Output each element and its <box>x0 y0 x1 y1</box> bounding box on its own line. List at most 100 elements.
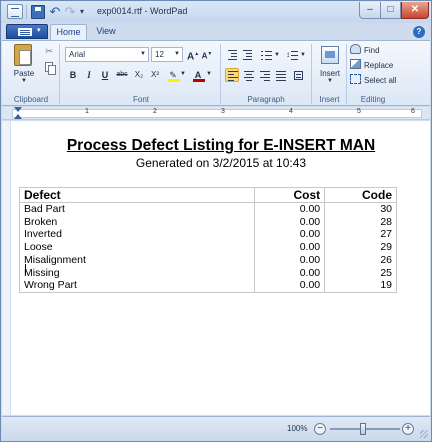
clipboard-icon <box>14 44 32 66</box>
group-separator <box>311 44 312 104</box>
document-title: Process Defect Listing for E-INSERT MAN <box>66 137 376 154</box>
chevron-down-icon: ▾ <box>37 27 41 34</box>
ruler-number: 5 <box>357 108 361 115</box>
defect-table: Defect Cost Code Bad Part 0.00 30 Broken… <box>18 187 397 293</box>
strikethrough-button[interactable]: abc <box>114 68 130 82</box>
chevron-down-icon: ▼ <box>21 78 27 84</box>
align-right-icon[interactable] <box>257 68 271 82</box>
ruler-number: 3 <box>221 108 225 115</box>
tab-view[interactable]: View <box>89 24 123 40</box>
defect-cell: Wrong Part <box>18 279 256 293</box>
zoom-in-button[interactable]: + <box>402 423 414 435</box>
select-all-icon <box>350 74 361 84</box>
save-icon[interactable] <box>31 5 45 19</box>
ruler-number: 2 <box>153 108 157 115</box>
grow-font-button[interactable]: A▲ <box>186 47 200 62</box>
cost-cell: 0.00 <box>254 228 326 241</box>
defect-cell: Misalignment <box>18 253 256 267</box>
justify-icon[interactable] <box>273 68 287 82</box>
document-subtitle: Generated on 3/2/2015 at 10:43 <box>135 156 307 170</box>
table-header-row: Defect Cost Code <box>18 187 397 203</box>
insert-group-label: Insert <box>319 95 340 104</box>
cut-icon[interactable]: ✂ <box>42 44 56 58</box>
superscript-button[interactable]: X² <box>148 68 162 82</box>
align-left-icon[interactable] <box>225 68 239 82</box>
select-all-button[interactable]: Select all <box>350 74 396 87</box>
column-header-cost: Cost <box>254 187 326 203</box>
subscript-button[interactable]: X₂ <box>132 68 146 82</box>
zoom-out-button[interactable]: − <box>314 423 326 435</box>
help-icon[interactable]: ? <box>413 26 425 38</box>
resize-grip-icon[interactable] <box>420 430 428 438</box>
cost-cell: 0.00 <box>254 266 326 280</box>
application-menu-button[interactable]: ▾ <box>6 24 48 39</box>
chevron-down-icon[interactable]: ▼ <box>180 71 186 77</box>
bold-button[interactable]: B <box>66 68 80 82</box>
code-cell: 26 <box>324 253 397 267</box>
highlight-icon[interactable]: ✎ <box>166 68 180 82</box>
defect-cell: Missing <box>18 266 256 280</box>
group-separator <box>220 44 221 104</box>
find-button[interactable]: Find <box>350 44 380 57</box>
paragraph-settings-icon[interactable] <box>291 68 305 82</box>
font-name-value: Arial <box>69 50 86 59</box>
copy-icon[interactable] <box>42 60 56 75</box>
replace-label: Replace <box>364 61 394 70</box>
insert-label: Insert <box>319 69 340 78</box>
zoom-slider-thumb[interactable] <box>360 423 366 435</box>
replace-icon <box>350 59 361 69</box>
column-header-defect: Defect <box>18 187 256 203</box>
redo-icon[interactable]: ↷ <box>63 5 77 19</box>
chevron-down-icon[interactable]: ▼ <box>206 71 212 77</box>
font-group-label: Font <box>132 95 149 104</box>
binoculars-icon <box>350 44 361 54</box>
line-spacing-icon[interactable]: ↕ ▼ <box>284 47 306 61</box>
align-center-icon[interactable] <box>241 68 255 82</box>
underline-button[interactable]: U <box>98 68 112 82</box>
cost-cell: 0.00 <box>254 240 326 254</box>
table-row: Missing 0.00 25 <box>18 266 397 280</box>
increase-indent-icon[interactable] <box>240 47 254 61</box>
table-row: Bad Part 0.00 30 <box>18 202 397 216</box>
font-name-field[interactable]: Arial ▼ <box>65 47 149 62</box>
zoom-level[interactable]: 100% <box>287 424 307 433</box>
code-cell: 25 <box>324 266 397 280</box>
left-indent-marker[interactable] <box>14 114 22 119</box>
table-row: Broken 0.00 28 <box>18 215 397 229</box>
chevron-down-icon[interactable]: ▼ <box>174 48 180 61</box>
close-button[interactable]: ✕ <box>401 2 429 19</box>
defect-cell: Bad Part <box>18 202 256 216</box>
chevron-down-icon[interactable]: ▼ <box>140 48 146 61</box>
shrink-font-button[interactable]: A▼ <box>200 47 214 61</box>
insert-button[interactable]: Insert ▼ <box>316 44 344 90</box>
font-size-field[interactable]: 12 ▼ <box>151 47 183 62</box>
minimize-button[interactable]: – <box>359 2 381 19</box>
highlight-color-bar <box>168 79 180 82</box>
font-color-button[interactable]: A <box>191 68 205 82</box>
ruler[interactable]: 1 2 3 4 5 6 <box>2 107 430 120</box>
wordpad-app-icon[interactable] <box>7 4 23 19</box>
zoom-slider[interactable] <box>330 423 400 435</box>
customize-dropdown-icon[interactable]: ▾ <box>77 5 87 19</box>
font-color-bar <box>193 79 205 82</box>
title-bar: ↶ ↷ ▾ exp0014.rtf - WordPad – □ ✕ <box>1 1 431 23</box>
document-area[interactable]: Process Defect Listing for E-INSERT MAN … <box>2 121 430 415</box>
cost-cell: 0.00 <box>254 279 326 293</box>
replace-button[interactable]: Replace <box>350 59 393 72</box>
table-row: Loose 0.00 29 <box>18 240 397 254</box>
paste-button[interactable]: Paste ▼ <box>9 44 39 88</box>
italic-button[interactable]: I <box>82 68 96 82</box>
ruler-track: 1 2 3 4 5 6 <box>12 108 422 118</box>
bullet-list-icon[interactable]: ▼ <box>258 47 280 61</box>
cost-cell: 0.00 <box>254 215 326 229</box>
tab-home[interactable]: Home <box>50 24 87 40</box>
decrease-indent-icon[interactable] <box>225 47 239 61</box>
first-line-indent-marker[interactable] <box>14 107 22 112</box>
chevron-down-icon: ▼ <box>327 78 333 84</box>
maximize-button[interactable]: □ <box>381 2 401 19</box>
paragraph-group-label: Paragraph <box>247 95 285 104</box>
undo-icon[interactable]: ↶ <box>48 5 62 19</box>
cost-cell: 0.00 <box>254 202 326 216</box>
status-bar: 100% − + <box>2 416 430 441</box>
quick-access-separator <box>26 5 27 19</box>
